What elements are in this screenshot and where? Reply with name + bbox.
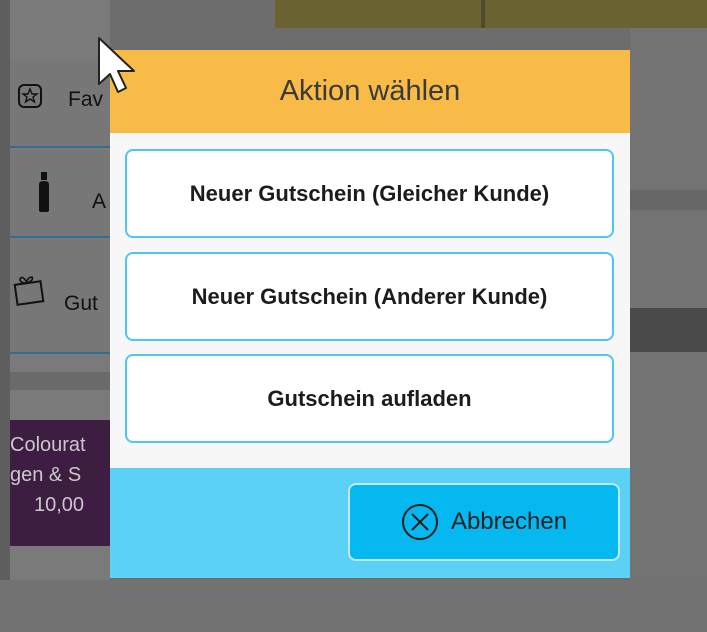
background-right-strip — [630, 190, 707, 210]
close-circle-icon — [401, 504, 438, 540]
new-voucher-same-customer-button[interactable]: Neuer Gutschein (Gleicher Kunde) — [125, 149, 614, 238]
dialog-footer: Abbrechen — [110, 468, 630, 578]
bottle-icon — [30, 172, 58, 212]
top-up-voucher-button[interactable]: Gutschein aufladen — [125, 354, 614, 443]
action-dialog: Aktion wählen Neuer Gutschein (Gleicher … — [110, 50, 630, 578]
background-tile-voucher: Gut — [10, 240, 110, 354]
background-product-tile: Colourat gen & S 10,00 — [10, 420, 110, 546]
cancel-button[interactable]: Abbrechen — [348, 483, 620, 561]
new-voucher-other-customer-button[interactable]: Neuer Gutschein (Anderer Kunde) — [125, 252, 614, 341]
dialog-title: Aktion wählen — [110, 50, 630, 133]
background-divider — [481, 0, 485, 28]
star-icon — [16, 82, 44, 110]
background-tile-favorites: Fav — [10, 60, 110, 148]
mouse-cursor-icon — [98, 37, 135, 93]
product-price: 10,00 — [34, 494, 85, 516]
background-tile-articles: A — [10, 150, 110, 238]
background-bottom — [0, 580, 707, 632]
product-name-line2: gen & S — [10, 464, 82, 486]
tile-label: Gut — [64, 292, 98, 315]
tile-label: A — [92, 190, 107, 213]
background-right-dark-bar — [630, 308, 707, 352]
cancel-label: Abbrechen — [450, 508, 568, 535]
product-name-line1: Colourat — [10, 434, 86, 456]
background-top-bar — [275, 0, 707, 28]
gift-icon — [12, 276, 46, 306]
background-edge — [0, 0, 10, 632]
background-separator — [10, 372, 110, 390]
